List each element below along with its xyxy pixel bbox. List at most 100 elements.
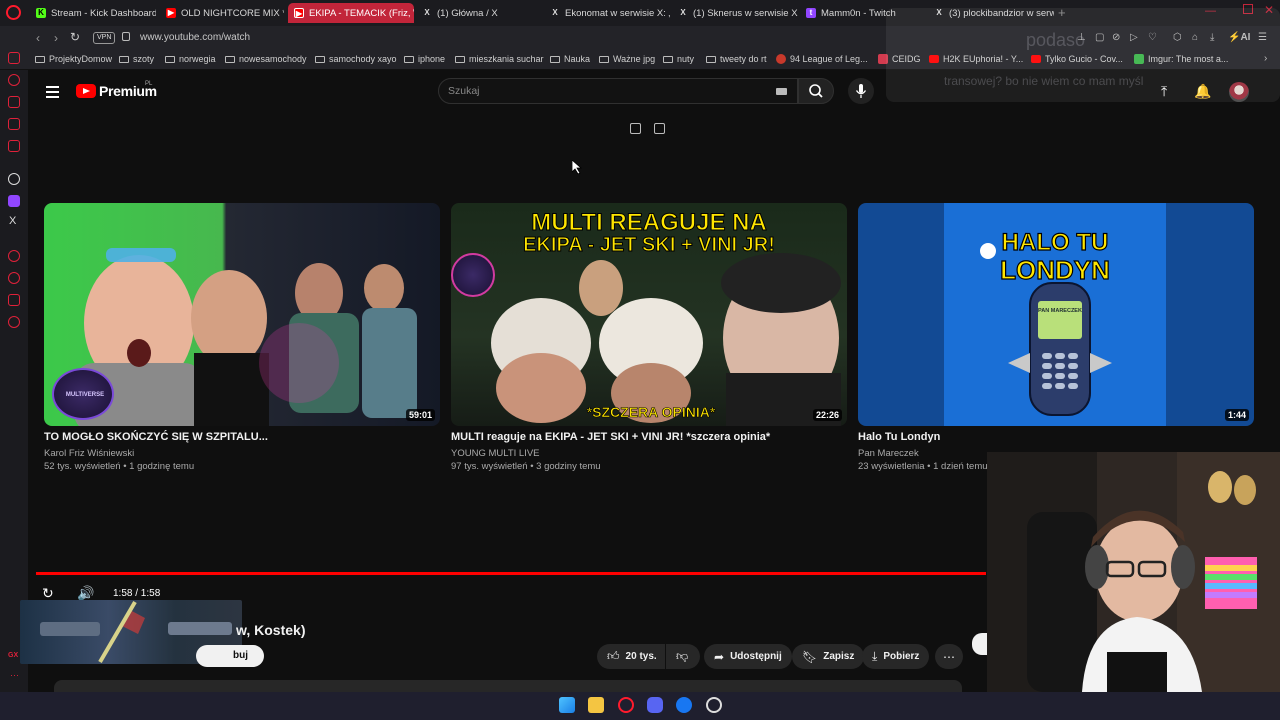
voice-search-button[interactable] — [848, 78, 874, 104]
webcam-scene — [987, 452, 1280, 692]
youtube-logo-icon[interactable] — [76, 84, 96, 98]
bookmark-label: mieszkania suchar — [469, 54, 544, 64]
back-arrow-icon[interactable]: ‹ — [36, 31, 40, 45]
more-dots-icon[interactable]: ··· — [10, 670, 19, 680]
share-arrow-icon: ➦ — [714, 649, 725, 664]
bookmark-folder[interactable]: norwegia — [165, 54, 216, 64]
keyboard-icon[interactable] — [776, 88, 787, 95]
tab-sknerus[interactable]: X (1) Sknerus w serwisie X — [672, 3, 798, 23]
folder-icon — [165, 55, 175, 63]
subscribe-button[interactable]: buj — [196, 645, 264, 667]
folder-icon — [599, 55, 609, 63]
folder-icon — [225, 55, 235, 63]
phone-screen-text: PAN MARECZEK — [1038, 308, 1082, 314]
chat-icon[interactable] — [8, 294, 20, 306]
forward-arrow-icon[interactable]: › — [54, 31, 58, 45]
more-actions-button[interactable]: ⋯ — [935, 644, 963, 669]
twitch-icon[interactable] — [8, 195, 20, 207]
video-meta: 52 tys. wyświetleń • 1 godzinę temu — [44, 461, 195, 472]
hamburger-menu-icon[interactable] — [46, 86, 59, 101]
windows-start-icon[interactable] — [559, 697, 575, 713]
bookmark-label: iphone — [418, 54, 446, 64]
tab-label: Ekonomat w serwisie X: „ — [565, 7, 670, 19]
bookmark-link[interactable]: 94 League of Leg... — [776, 54, 868, 64]
youtube-icon: ▶ — [294, 8, 304, 18]
tab-label: (1) Główna / X — [437, 7, 498, 19]
miniplayer-icon[interactable] — [630, 123, 641, 134]
bookmark-label: norwegia — [179, 54, 216, 64]
channel-name[interactable]: Pan Mareczek — [858, 448, 919, 459]
windows-taskbar — [0, 692, 1280, 720]
obs-icon[interactable] — [706, 697, 722, 713]
search-button[interactable] — [798, 78, 834, 104]
save-label: Zapisz — [823, 651, 855, 662]
discord-icon[interactable] — [647, 697, 663, 713]
lock-icon[interactable] — [122, 32, 130, 41]
tab-kick-dashboard[interactable]: K Stream - Kick Dashboard — [30, 3, 156, 23]
facebook-icon[interactable] — [676, 697, 692, 713]
music-icon[interactable] — [8, 250, 20, 262]
video-title[interactable]: MULTI reaguje na EKIPA - JET SKI + VINI … — [451, 431, 770, 443]
opera-gx-icon[interactable] — [618, 697, 634, 713]
kick-icon: K — [36, 8, 46, 18]
description-box[interactable] — [54, 680, 962, 692]
bookmark-folder[interactable]: samochody xayo — [315, 54, 397, 64]
player-time: 1:58 / 1:58 — [113, 588, 161, 599]
gx-icon[interactable]: GX — [8, 652, 18, 659]
reload-icon[interactable]: ↻ — [70, 30, 80, 44]
x-icon[interactable]: X — [9, 215, 16, 227]
bookmark-folder[interactable]: Nauka — [550, 54, 590, 64]
tab-ekipa-temacik[interactable]: ▶ EKIPA - TEMACIK (Friz, W — [288, 3, 414, 23]
settings-gear-icon[interactable] — [8, 316, 20, 328]
bookmark-label: Nauka — [564, 54, 591, 64]
x-icon: X — [680, 8, 686, 17]
channel-name[interactable]: Karol Friz Wiśniewski — [44, 448, 134, 459]
bookmark-folder[interactable]: tweety do rt — [706, 54, 767, 64]
messenger-icon[interactable] — [8, 118, 20, 130]
download-button[interactable]: ⤓ Pobierz — [862, 644, 930, 669]
nokia-phone-icon — [980, 243, 1112, 416]
bookmark-folder[interactable]: nuty — [663, 54, 694, 64]
video-title[interactable]: Halo Tu Londyn — [858, 431, 940, 443]
url-field[interactable]: www.youtube.com/watch — [140, 32, 250, 43]
folder-icon — [550, 55, 560, 63]
league-of-legends-icon — [776, 54, 786, 64]
bag-icon[interactable] — [8, 96, 20, 108]
clock-icon[interactable] — [8, 272, 20, 284]
bookmark-folder[interactable]: Ważne jpg — [599, 54, 655, 64]
search-input[interactable] — [438, 78, 798, 104]
video-progress-bar[interactable] — [36, 572, 986, 575]
video-thumbnail[interactable]: HALO TU LONDYN PAN MARECZEK 1:44 — [858, 203, 1254, 426]
exit-icon[interactable] — [654, 123, 665, 134]
bookmark-folder[interactable]: nowesamochody — [225, 54, 307, 64]
bookmark-icon: 🔖︎ — [802, 649, 818, 664]
notification-overlay: podaso transowej? bo nie wiem co mam myś… — [886, 8, 1280, 102]
share-button[interactable]: ➦ Udostępnij — [704, 644, 792, 669]
like-button[interactable]: 👍︎ 20 tys. — [597, 644, 665, 669]
bookmark-folder[interactable]: mieszkania suchar — [455, 54, 544, 64]
file-explorer-icon[interactable] — [588, 697, 604, 713]
opera-logo-icon[interactable] — [6, 5, 21, 20]
dislike-button[interactable]: 👎︎ — [666, 644, 700, 669]
mouse-cursor-icon — [572, 160, 582, 174]
bookmark-folder[interactable]: szoty — [119, 54, 154, 64]
download-icon: ⤓ — [872, 649, 878, 663]
history-icon[interactable] — [8, 74, 20, 86]
mail-icon[interactable] — [8, 140, 20, 152]
tab-ekonomat[interactable]: X Ekonomat w serwisie X: „ — [544, 3, 670, 23]
chatgpt-icon[interactable] — [8, 173, 20, 185]
search-placeholder: Szukaj — [448, 85, 480, 97]
vpn-badge[interactable]: VPN — [93, 32, 116, 44]
tab-label: EKIPA - TEMACIK (Friz, W — [309, 7, 414, 19]
bookmark-folder[interactable]: iphone — [404, 54, 445, 64]
save-button[interactable]: 🔖︎ Zapisz — [792, 644, 865, 669]
video-thumbnail[interactable]: MULTIVERSE 59:01 — [44, 203, 440, 426]
video-title[interactable]: TO MOGŁO SKOŃCZYĆ SIĘ W SZPITALU... — [44, 431, 268, 443]
duration-badge: 59:01 — [405, 409, 435, 421]
home-icon[interactable] — [8, 52, 20, 64]
bookmark-folder[interactable]: ProjektyDomow — [35, 54, 112, 64]
tab-nightcore-mix[interactable]: ▶ OLD NIGHTCORE MIX *20 — [160, 3, 284, 23]
tab-x-home[interactable]: X (1) Główna / X — [416, 3, 542, 23]
video-thumbnail[interactable]: MULTI REAGUJE NA EKIPA - JET SKI + VINI … — [451, 203, 847, 426]
channel-name[interactable]: YOUNG MULTI LIVE — [451, 448, 540, 459]
